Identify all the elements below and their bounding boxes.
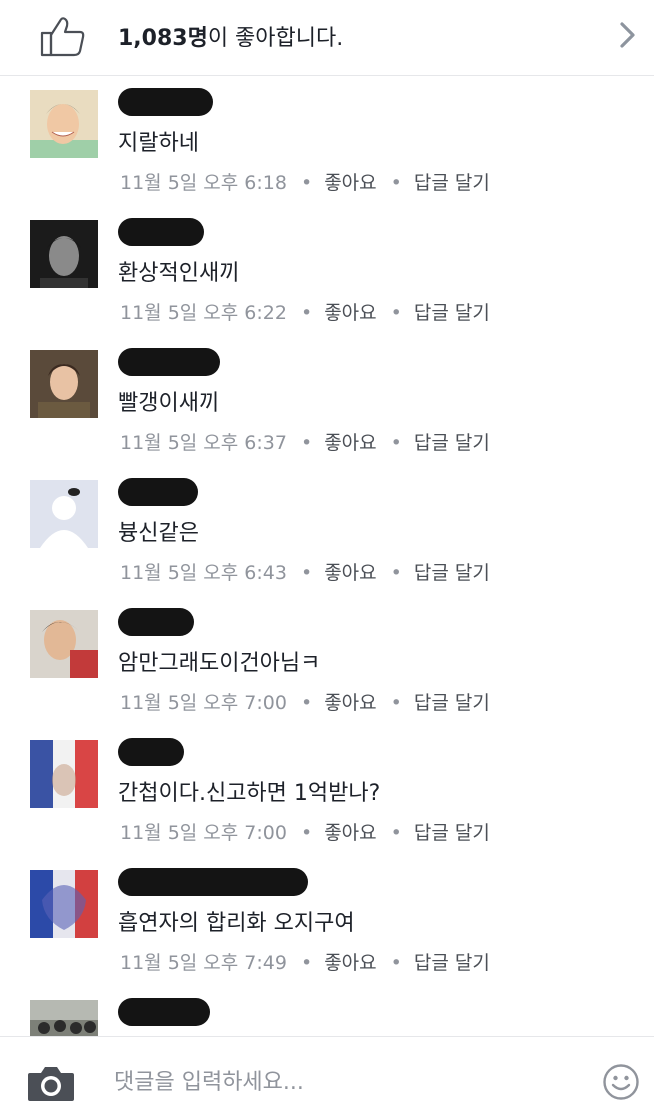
redacted-name: [118, 868, 308, 896]
separator: •: [300, 822, 313, 844]
likes-count-text: 1,083명이 좋아합니다.: [118, 20, 343, 52]
redacted-name: [118, 478, 198, 506]
separator: •: [300, 302, 313, 324]
reply-link[interactable]: 답글 달기: [414, 168, 490, 195]
redacted-name: [118, 608, 194, 636]
likes-suffix: 이 좋아합니다.: [207, 26, 344, 51]
redacted-name: [118, 88, 213, 116]
comment-text: 빨갱이새끼: [118, 391, 220, 416]
comment-time: 11월 5일 오후 6:18: [120, 172, 287, 194]
avatar[interactable]: [30, 1000, 98, 1036]
reply-link[interactable]: 답글 달기: [414, 818, 490, 845]
reply-link[interactable]: 답글 달기: [414, 558, 490, 585]
avatar[interactable]: [30, 220, 98, 288]
like-link[interactable]: 좋아요: [324, 168, 376, 195]
comment-meta: 11월 5일 오후 7:00 • 좋아요 • 답글 달기: [120, 688, 490, 715]
like-link[interactable]: 좋아요: [324, 688, 376, 715]
avatar[interactable]: [30, 610, 98, 678]
separator: •: [300, 692, 313, 714]
reply-link[interactable]: 답글 달기: [414, 688, 490, 715]
smiley-icon[interactable]: [602, 1063, 640, 1101]
chevron-right-icon[interactable]: [616, 18, 640, 52]
avatar[interactable]: [30, 350, 98, 418]
thumbs-up-icon: [40, 17, 85, 57]
comment-meta: 11월 5일 오후 7:00 • 좋아요 • 답글 달기: [120, 818, 490, 845]
comment-time: 11월 5일 오후 7:00: [120, 692, 287, 714]
like-link[interactable]: 좋아요: [324, 298, 376, 325]
separator: •: [300, 432, 313, 454]
separator: •: [300, 172, 313, 194]
like-link[interactable]: 좋아요: [324, 818, 376, 845]
comment-composer: [0, 1036, 654, 1119]
comment-time: 11월 5일 오후 6:37: [120, 432, 287, 454]
comment-item: 환상적인새끼 11월 5일 오후 6:22 • 좋아요 • 답글 달기: [0, 206, 654, 336]
comment-item: 븅신같은 11월 5일 오후 6:43 • 좋아요 • 답글 달기: [0, 466, 654, 596]
avatar[interactable]: [30, 90, 98, 158]
avatar[interactable]: [30, 740, 98, 808]
separator: •: [300, 562, 313, 584]
redacted-name: [118, 998, 210, 1026]
likes-count: 1,083명: [118, 26, 208, 51]
comment-time: 11월 5일 오후 7:00: [120, 822, 287, 844]
comment-item: 간첩이다.신고하면 1억받나? 11월 5일 오후 7:00 • 좋아요 • 답글 달기: [0, 726, 654, 856]
comment-time: 11월 5일 오후 6:22: [120, 302, 287, 324]
comment-time: 11월 5일 오후 7:49: [120, 952, 287, 974]
avatar[interactable]: [30, 480, 98, 548]
comment-meta: 11월 5일 오후 6:37 • 좋아요 • 답글 달기: [120, 428, 490, 455]
like-link[interactable]: 좋아요: [324, 558, 376, 585]
comment-text: 환상적인새끼: [118, 261, 240, 286]
comment-text: 간첩이다.신고하면 1억받나?: [118, 781, 381, 806]
comment-item: 암만그래도이건아님ㅋ 11월 5일 오후 7:00 • 좋아요 • 답글 달기: [0, 596, 654, 726]
redacted-name: [118, 738, 184, 766]
comment-item: 흡연자의 합리화 오지구여 11월 5일 오후 7:49 • 좋아요 • 답글 달기: [0, 856, 654, 986]
like-link[interactable]: 좋아요: [324, 948, 376, 975]
separator: •: [390, 432, 402, 454]
likes-summary-bar[interactable]: 1,083명이 좋아합니다.: [0, 0, 654, 76]
comment-input[interactable]: [112, 1063, 576, 1101]
comment-meta: 11월 5일 오후 6:22 • 좋아요 • 답글 달기: [120, 298, 490, 325]
separator: •: [390, 952, 402, 974]
comment-list[interactable]: 지랄하네 11월 5일 오후 6:18 • 좋아요 • 답글 달기 환상적인새끼 11월…: [0, 76, 654, 1036]
separator: •: [390, 302, 402, 324]
avatar[interactable]: [30, 870, 98, 938]
separator: •: [390, 562, 402, 584]
redacted-name: [118, 348, 220, 376]
reply-link[interactable]: 답글 달기: [414, 428, 490, 455]
reply-link[interactable]: 답글 달기: [414, 298, 490, 325]
comment-text: 븅신같은: [118, 521, 199, 546]
comment-meta: 11월 5일 오후 6:18 • 좋아요 • 답글 달기: [120, 168, 490, 195]
comment-item: [0, 986, 654, 1036]
comment-text: 지랄하네: [118, 131, 199, 156]
separator: •: [390, 692, 402, 714]
reply-link[interactable]: 답글 달기: [414, 948, 490, 975]
camera-icon[interactable]: [26, 1063, 76, 1103]
redacted-name: [118, 218, 204, 246]
comment-meta: 11월 5일 오후 7:49 • 좋아요 • 답글 달기: [120, 948, 490, 975]
comment-item: 지랄하네 11월 5일 오후 6:18 • 좋아요 • 답글 달기: [0, 76, 654, 206]
separator: •: [390, 822, 402, 844]
separator: •: [300, 952, 313, 974]
comment-time: 11월 5일 오후 6:43: [120, 562, 287, 584]
like-link[interactable]: 좋아요: [324, 428, 376, 455]
comment-text: 흡연자의 합리화 오지구여: [118, 911, 355, 936]
separator: •: [390, 172, 402, 194]
comment-item: 빨갱이새끼 11월 5일 오후 6:37 • 좋아요 • 답글 달기: [0, 336, 654, 466]
comment-meta: 11월 5일 오후 6:43 • 좋아요 • 답글 달기: [120, 558, 490, 585]
comment-text: 암만그래도이건아님ㅋ: [118, 651, 321, 676]
